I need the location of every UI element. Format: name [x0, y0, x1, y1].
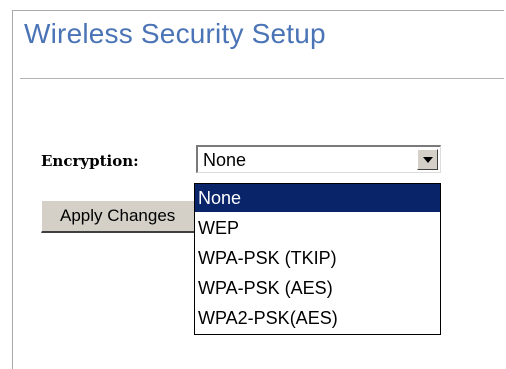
page-title: Wireless Security Setup	[24, 18, 326, 49]
dropdown-option-wpa-psk-aes[interactable]: WPA-PSK (AES)	[195, 274, 440, 302]
encryption-select[interactable]: None	[196, 145, 441, 173]
dropdown-option-wpa-psk-tkip[interactable]: WPA-PSK (TKIP)	[195, 244, 440, 272]
dropdown-option-wpa2-psk-aes[interactable]: WPA2-PSK(AES)	[195, 304, 440, 332]
title-divider	[20, 78, 504, 79]
dropdown-option-none[interactable]: None	[195, 184, 440, 212]
encryption-select-value: None	[203, 150, 247, 170]
apply-changes-button[interactable]: Apply Changes	[41, 200, 211, 233]
encryption-dropdown-list: None WEP WPA-PSK (TKIP) WPA-PSK (AES) WP…	[194, 183, 441, 335]
encryption-label: Encryption:	[41, 152, 139, 170]
dropdown-option-wep[interactable]: WEP	[195, 214, 440, 242]
chevron-down-icon[interactable]	[417, 149, 438, 170]
